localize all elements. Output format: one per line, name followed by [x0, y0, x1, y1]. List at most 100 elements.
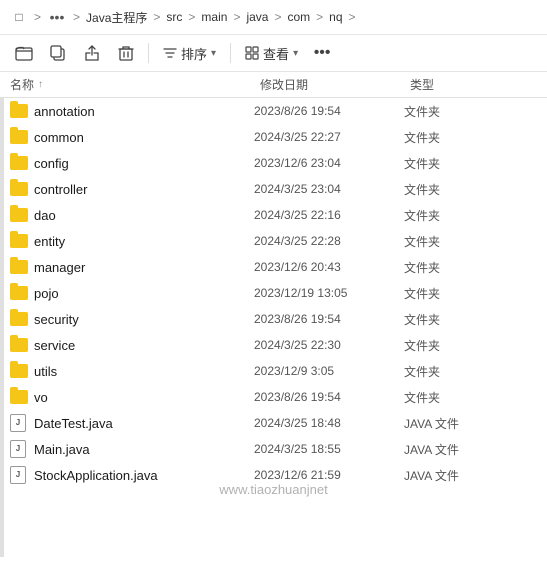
java-file-icon: J — [10, 466, 28, 484]
file-type: 文件夹 — [404, 129, 484, 146]
col-type-label: 类型 — [410, 76, 490, 93]
list-item[interactable]: common 2024/3/25 22:27 文件夹 — [0, 124, 547, 150]
view-label: 查看 — [263, 44, 289, 63]
java-file-icon: J — [10, 414, 28, 432]
file-type: 文件夹 — [404, 233, 484, 250]
path-java[interactable]: java — [246, 10, 268, 24]
list-item[interactable]: J Main.java 2024/3/25 18:55 JAVA 文件 — [0, 436, 547, 462]
folder-icon — [10, 388, 28, 406]
list-item[interactable]: manager 2023/12/6 20:43 文件夹 — [0, 254, 547, 280]
folder-icon — [10, 362, 28, 380]
file-rows: annotation 2023/8/26 19:54 文件夹 common 20… — [0, 98, 547, 488]
new-folder-btn[interactable] — [8, 39, 40, 67]
file-type: 文件夹 — [404, 259, 484, 276]
more-path-btn[interactable]: ••• — [47, 8, 67, 26]
delete-btn[interactable] — [110, 39, 142, 67]
sort-chevron: ▾ — [211, 48, 216, 59]
col-date-label: 修改日期 — [260, 76, 410, 93]
window-icon: □ — [10, 8, 28, 26]
file-date: 2023/12/6 21:59 — [254, 468, 404, 482]
file-name: manager — [34, 260, 254, 275]
file-type: 文件夹 — [404, 155, 484, 172]
col-name-label: 名称 — [10, 76, 34, 93]
file-date: 2024/3/25 22:27 — [254, 130, 404, 144]
file-date: 2023/12/6 20:43 — [254, 260, 404, 274]
file-type: JAVA 文件 — [404, 467, 484, 484]
file-name: service — [34, 338, 254, 353]
file-date: 2023/12/19 13:05 — [254, 286, 404, 300]
file-list-header: 名称 ↑ 修改日期 类型 — [0, 72, 547, 98]
folder-icon — [10, 102, 28, 120]
folder-icon — [10, 232, 28, 250]
title-bar: □ > ••• > Java主程序 > src > main > java > … — [0, 0, 547, 35]
file-type: 文件夹 — [404, 311, 484, 328]
left-indicator — [0, 72, 4, 557]
file-date: 2024/3/25 22:30 — [254, 338, 404, 352]
path-com[interactable]: com — [287, 10, 310, 24]
list-item[interactable]: J StockApplication.java 2023/12/6 21:59 … — [0, 462, 547, 488]
java-file-icon: J — [10, 440, 28, 458]
sort-btn[interactable]: 排序 ▾ — [155, 40, 224, 67]
file-name: security — [34, 312, 254, 327]
folder-icon — [10, 336, 28, 354]
list-item[interactable]: service 2024/3/25 22:30 文件夹 — [0, 332, 547, 358]
folder-icon — [10, 154, 28, 172]
file-name: common — [34, 130, 254, 145]
file-name: pojo — [34, 286, 254, 301]
folder-icon — [10, 128, 28, 146]
path-java-program[interactable]: Java主程序 — [86, 9, 147, 26]
copy-btn[interactable] — [42, 39, 74, 67]
view-btn[interactable]: 查看 ▾ — [237, 40, 306, 67]
file-type: 文件夹 — [404, 337, 484, 354]
list-item[interactable]: controller 2024/3/25 23:04 文件夹 — [0, 176, 547, 202]
file-name: controller — [34, 182, 254, 197]
file-date: 2023/8/26 19:54 — [254, 104, 404, 118]
path-src[interactable]: src — [166, 10, 182, 24]
file-date: 2024/3/25 23:04 — [254, 182, 404, 196]
share-btn[interactable] — [76, 39, 108, 67]
list-item[interactable]: J DateTest.java 2024/3/25 18:48 JAVA 文件 — [0, 410, 547, 436]
folder-icon — [10, 180, 28, 198]
folder-icon — [10, 310, 28, 328]
list-item[interactable]: entity 2024/3/25 22:28 文件夹 — [0, 228, 547, 254]
file-name: annotation — [34, 104, 254, 119]
list-item[interactable]: pojo 2023/12/19 13:05 文件夹 — [0, 280, 547, 306]
sort-label: 排序 — [181, 44, 207, 63]
file-date: 2023/12/9 3:05 — [254, 364, 404, 378]
path-nq[interactable]: nq — [329, 10, 342, 24]
file-type: 文件夹 — [404, 363, 484, 380]
file-date: 2024/3/25 18:55 — [254, 442, 404, 456]
file-name: entity — [34, 234, 254, 249]
file-date: 2024/3/25 22:16 — [254, 208, 404, 222]
toolbar-more-btn[interactable]: ••• — [308, 39, 336, 67]
file-name: config — [34, 156, 254, 171]
file-name: Main.java — [34, 442, 254, 457]
toolbar-separator-2 — [230, 43, 231, 63]
list-item[interactable]: dao 2024/3/25 22:16 文件夹 — [0, 202, 547, 228]
file-name: DateTest.java — [34, 416, 254, 431]
file-date: 2023/8/26 19:54 — [254, 390, 404, 404]
file-date: 2024/3/25 18:48 — [254, 416, 404, 430]
file-date: 2023/12/6 23:04 — [254, 156, 404, 170]
folder-icon — [10, 258, 28, 276]
file-date: 2023/8/26 19:54 — [254, 312, 404, 326]
list-item[interactable]: config 2023/12/6 23:04 文件夹 — [0, 150, 547, 176]
list-item[interactable]: vo 2023/8/26 19:54 文件夹 — [0, 384, 547, 410]
file-type: 文件夹 — [404, 103, 484, 120]
path-main[interactable]: main — [201, 10, 227, 24]
folder-icon — [10, 206, 28, 224]
file-name: dao — [34, 208, 254, 223]
list-item[interactable]: utils 2023/12/9 3:05 文件夹 — [0, 358, 547, 384]
file-type: 文件夹 — [404, 207, 484, 224]
file-name: vo — [34, 390, 254, 405]
file-name: StockApplication.java — [34, 468, 254, 483]
toolbar: 排序 ▾ 查看 ▾ ••• — [0, 35, 547, 72]
list-item[interactable]: annotation 2023/8/26 19:54 文件夹 — [0, 98, 547, 124]
view-chevron: ▾ — [293, 48, 298, 59]
list-item[interactable]: security 2023/8/26 19:54 文件夹 — [0, 306, 547, 332]
file-list-container: 名称 ↑ 修改日期 类型 annotation 2023/8/26 19:54 … — [0, 72, 547, 557]
toolbar-separator — [148, 43, 149, 63]
file-type: JAVA 文件 — [404, 415, 484, 432]
sort-arrow-icon: ↑ — [38, 79, 43, 90]
file-type: JAVA 文件 — [404, 441, 484, 458]
